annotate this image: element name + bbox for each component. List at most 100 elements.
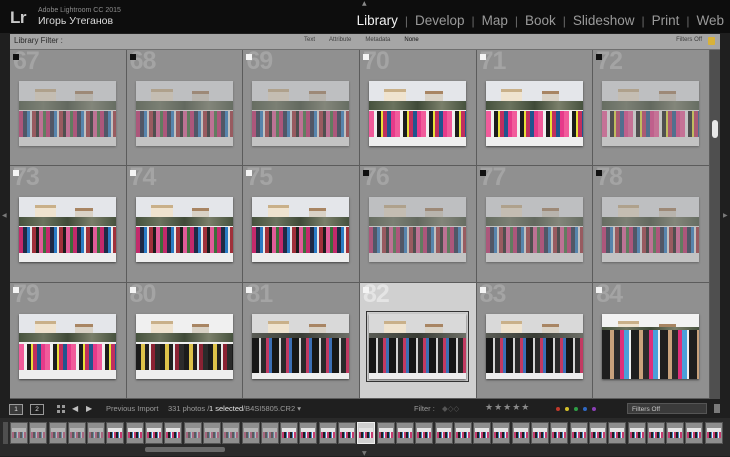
rejected-flag-icon[interactable] [479,170,486,177]
filmstrip-frame[interactable] [453,422,472,444]
photo-thumbnail[interactable] [135,81,233,146]
filmstrip-frame[interactable] [627,422,646,444]
filmstrip-frame[interactable] [415,422,434,444]
star-rating-filter[interactable]: ★★★★★ [485,403,530,413]
rejected-flag-icon[interactable] [362,170,369,177]
filmstrip-frame[interactable] [666,422,685,444]
filmstrip-frame[interactable] [338,422,357,444]
forward-arrow-icon[interactable]: ▶ [86,404,92,413]
grid-cell[interactable]: 71 [476,50,594,167]
filmstrip-frame[interactable] [357,422,376,444]
filmstrip-frame[interactable] [511,422,530,444]
grid-cell[interactable]: 68 [126,50,244,167]
filter-tab-attribute[interactable]: Attribute [329,37,351,43]
photo-thumbnail[interactable] [485,313,583,379]
grid-cell[interactable]: 82 [359,280,477,399]
color-label-dot[interactable] [556,407,560,411]
unflagged-flag-icon[interactable] [129,170,136,177]
second-window-button[interactable]: 2 [30,404,44,415]
grid-cell[interactable]: 83 [476,280,594,399]
back-arrow-icon[interactable]: ◀ [72,404,78,413]
photo-thumbnail[interactable] [135,313,233,379]
photo-thumbnail[interactable] [135,197,233,263]
main-window-button[interactable]: 1 [9,404,23,415]
filmstrip-frame[interactable] [531,422,550,444]
filter-tab-text[interactable]: Text [304,37,315,43]
grid-cell[interactable]: 72 [593,50,710,167]
filmstrip-frame[interactable] [646,422,665,444]
photo-thumbnail[interactable] [602,197,700,263]
filmstrip-frame[interactable] [569,422,588,444]
grid-cell[interactable]: 80 [126,280,244,399]
filmstrip-frame[interactable] [164,422,183,444]
grid-cell[interactable]: 69 [243,50,360,167]
filmstrip-frame[interactable] [434,422,453,444]
filmstrip-frame[interactable] [87,422,106,444]
grid-view-icon[interactable] [57,405,65,413]
filmstrip-left-scroll[interactable] [3,422,8,444]
photo-thumbnail[interactable] [19,197,116,263]
filmstrip-frame[interactable] [145,422,164,444]
unflagged-flag-icon[interactable] [362,54,369,60]
filmstrip-frame[interactable] [241,422,260,444]
module-library[interactable]: Library [357,13,398,28]
unflagged-flag-icon[interactable] [362,286,369,293]
filmstrip-frame[interactable] [395,422,414,444]
unflagged-flag-icon[interactable] [479,286,486,293]
grid-cell[interactable]: 84 [593,280,710,399]
photo-thumbnail[interactable] [368,197,466,263]
rejected-flag-icon[interactable] [13,54,19,60]
color-label-dot[interactable] [565,407,569,411]
filmstrip-frame[interactable] [550,422,569,444]
filmstrip-frame[interactable] [318,422,337,444]
filmstrip-frame[interactable] [376,422,395,444]
filter-tab-metadata[interactable]: Metadata [365,37,390,43]
grid-cell[interactable]: 74 [126,163,244,283]
unflagged-flag-icon[interactable] [13,286,19,293]
unflagged-flag-icon[interactable] [596,286,603,293]
scrollbar-thumb[interactable] [712,120,718,138]
unflagged-flag-icon[interactable] [479,54,486,60]
grid-cell[interactable]: 81 [243,280,360,399]
module-develop[interactable]: Develop [415,13,465,28]
photo-thumbnail[interactable] [485,197,583,263]
triangle-right-icon[interactable]: ▶ [723,212,728,219]
rejected-flag-icon[interactable] [596,170,603,177]
filmstrip-frame[interactable] [299,422,318,444]
photo-thumbnail[interactable] [19,81,116,146]
module-book[interactable]: Book [525,13,556,28]
filter-toggle-switch[interactable] [714,404,720,413]
rejected-flag-icon[interactable] [129,54,136,60]
grid-cell[interactable]: 76 [359,163,477,283]
filmstrip-frame[interactable] [608,422,627,444]
filmstrip-frame[interactable] [492,422,511,444]
filmstrip-frame[interactable] [260,422,279,444]
unflagged-flag-icon[interactable] [246,286,253,293]
photo-thumbnail[interactable] [365,310,469,382]
unflagged-flag-icon[interactable] [246,170,253,177]
expand-top-panel-icon[interactable]: ▲ [362,1,367,7]
lock-icon[interactable] [708,37,715,45]
unflagged-flag-icon[interactable] [246,54,253,60]
filmstrip-frame[interactable] [67,422,86,444]
filmstrip-frame[interactable] [222,422,241,444]
filmstrip-frame[interactable] [588,422,607,444]
filmstrip-scrollbar[interactable] [145,447,225,452]
photo-thumbnail[interactable] [19,313,116,379]
module-map[interactable]: Map [482,13,508,28]
filmstrip-frame[interactable] [202,422,221,444]
color-label-dot[interactable] [574,407,578,411]
color-label-dot[interactable] [592,407,596,411]
grid-cell[interactable]: 73 [10,163,127,283]
flag-filter-icons[interactable]: ◆◇◇ [442,404,459,413]
photo-thumbnail[interactable] [252,197,350,263]
color-label-dot[interactable] [583,407,587,411]
photo-thumbnail[interactable] [368,81,466,146]
filmstrip-filter-select[interactable]: Filters Off [627,403,707,414]
filmstrip-frame[interactable] [280,422,299,444]
filmstrip-frame[interactable] [183,422,202,444]
filmstrip-frame[interactable] [106,422,125,444]
grid-scrollbar[interactable] [710,50,720,399]
photo-thumbnail[interactable] [602,81,700,146]
grid-cell[interactable]: 70 [359,50,477,167]
